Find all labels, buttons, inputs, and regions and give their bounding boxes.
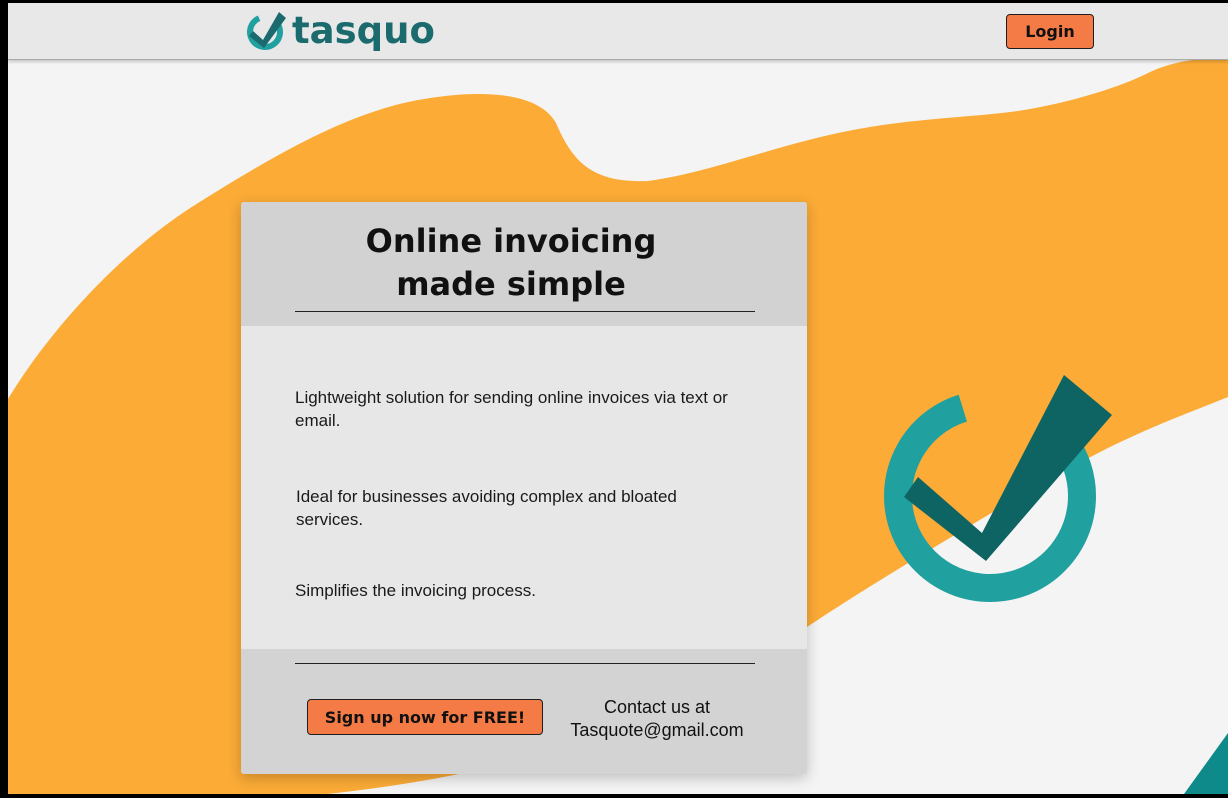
signup-button[interactable]: Sign up now for FREE!: [307, 699, 543, 735]
footer-divider: [295, 663, 755, 664]
contact-email[interactable]: Tasquote@gmail.com: [559, 719, 755, 742]
top-navbar: tasquo Login: [8, 3, 1228, 60]
title-divider: [295, 311, 755, 312]
check-circle-icon: [884, 375, 1112, 602]
brand-logo[interactable]: tasquo: [246, 8, 435, 54]
window-frame: tasquo Login Online invoicing made simpl…: [0, 0, 1228, 798]
corner-decoration: [1184, 733, 1228, 794]
hero-title: Online invoicing made simple: [241, 220, 781, 306]
contact-label: Contact us at: [603, 697, 711, 717]
check-circle-icon: [247, 12, 286, 50]
hero-card: Online invoicing made simple Lightweight…: [241, 202, 807, 774]
contact-info: Contact us at Tasquote@gmail.com: [559, 696, 755, 742]
login-button[interactable]: Login: [1006, 14, 1094, 49]
feature-item: Simplifies the invoicing process.: [295, 581, 536, 600]
feature-item: Lightweight solution for sending online …: [295, 388, 728, 430]
brand-name: tasquo: [292, 9, 435, 52]
hero-title-line-2: made simple: [396, 265, 626, 303]
hero-title-line-1: Online invoicing: [365, 222, 657, 260]
feature-item: Ideal for businesses avoiding complex an…: [296, 487, 677, 529]
landing-page: tasquo Login Online invoicing made simpl…: [8, 3, 1228, 794]
